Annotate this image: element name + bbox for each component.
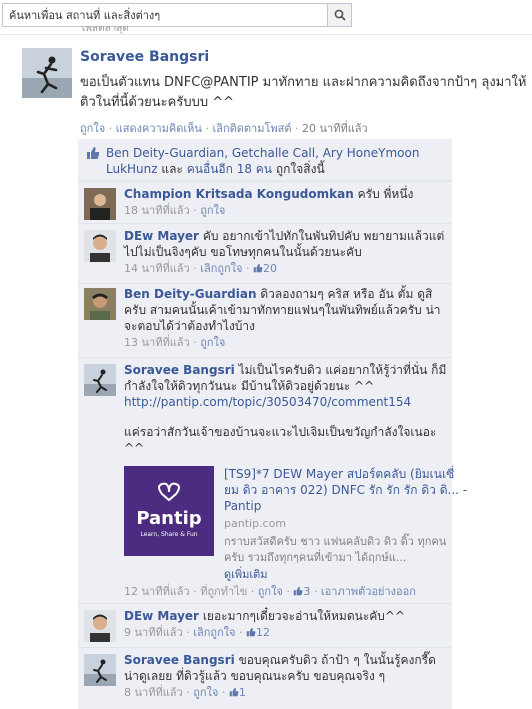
- pantip-logo[interactable]: Pantip Learn, Share & Fun: [124, 466, 214, 556]
- comment-avatar[interactable]: [84, 188, 116, 220]
- search-icon: [334, 9, 346, 21]
- comment-item: DEw Mayer เยอะมากๆเดี๋ยวจะอ่านให้หมดนะคั…: [78, 603, 452, 647]
- like-count-value: 12: [256, 626, 271, 639]
- pantip-logo-text: Pantip: [136, 508, 201, 529]
- comment-like-count[interactable]: 3: [293, 585, 314, 598]
- comment-time[interactable]: 14 นาทีที่แล้ว: [124, 262, 190, 275]
- link-preview-domain: pantip.com: [224, 517, 287, 530]
- comment-like-count[interactable]: 1: [229, 686, 246, 699]
- divider: [0, 34, 532, 35]
- comment-time[interactable]: 12 นาทีที่แล้ว: [124, 585, 190, 598]
- comment-like-count[interactable]: 12: [246, 626, 270, 639]
- like-count-value: 20: [263, 262, 278, 275]
- comment-author[interactable]: Soravee Bangsri: [124, 363, 235, 377]
- likers-suffix: ถูกใจสิ่งนี้: [275, 162, 325, 176]
- like-link[interactable]: ถูกใจ: [80, 122, 105, 135]
- comment-place: ที่ถูกทำไข: [200, 585, 248, 598]
- post-actions: ถูกใจ · แสดงความคิดเห็น · เลิกติดตามโพสต…: [80, 122, 368, 135]
- thumbs-up-icon: [253, 263, 263, 273]
- comment-avatar[interactable]: [84, 654, 116, 686]
- comment-author[interactable]: DEw Mayer: [124, 229, 199, 243]
- comment-time[interactable]: 13 นาทีที่แล้ว: [124, 336, 190, 349]
- link-preview[interactable]: Pantip Learn, Share & Fun [TS9]*7 DEW Ma…: [124, 466, 467, 581]
- comment-author[interactable]: Soravee Bangsri: [124, 653, 235, 667]
- comment-author[interactable]: Ben Deity-Guardian: [124, 287, 257, 301]
- post-timestamp[interactable]: 20 นาทีที่แล้ว: [302, 122, 368, 135]
- see-more-link[interactable]: ดูเพิ่มเติม: [224, 567, 268, 583]
- thumbs-up-icon: [294, 586, 303, 596]
- comment-avatar[interactable]: [84, 230, 116, 262]
- comment-text: ครับ พี่หนึ่ง: [357, 187, 414, 201]
- comment-item: Champion Kritsada Kongudomkan ครับ พี่หน…: [78, 181, 452, 223]
- post-author[interactable]: Soravee Bangsri: [80, 49, 209, 65]
- comment-like-link[interactable]: ถูกใจ: [193, 686, 218, 699]
- link-preview-description: กราบสวัสดีครับ ชาว แฟนคลับดิว ดิว ดิ๊ว ท…: [224, 535, 447, 564]
- section-label: โพสต์ล่าสุด: [80, 26, 129, 34]
- comment-avatar[interactable]: [84, 610, 116, 642]
- avatar-photo: [22, 48, 72, 98]
- comment-like-link[interactable]: ถูกใจ: [258, 585, 283, 598]
- unfollow-link[interactable]: เลิกติดตามโพสต์: [212, 122, 291, 135]
- link-preview-title[interactable]: [TS9]*7 DEW Mayer สปอร์ตคลับ (ยิมเนเซี่ย…: [224, 466, 468, 514]
- search-input[interactable]: [3, 4, 327, 26]
- comment-meta: 18 นาทีที่แล้ว · ถูกใจ: [124, 204, 226, 217]
- likes-summary: Ben Deity-Guardian, Getchalle Call, Ary …: [78, 139, 452, 181]
- comment-like-count[interactable]: 20: [253, 262, 277, 275]
- comment-meta: 14 นาทีที่แล้ว · เลิกถูกใจ · 20: [124, 262, 278, 275]
- thumbs-up-icon: [246, 627, 256, 637]
- comment-unlike-link[interactable]: เลิกถูกใจ: [200, 262, 242, 275]
- comment-avatar[interactable]: [84, 288, 116, 320]
- comment-item: Ben Deity-Guardian ดิวลองถามๆ คริส หรือ …: [78, 283, 452, 357]
- comment-item: Soravee Bangsri ขอบคุณครับดิว ถ้าป้า ๆ ใ…: [78, 647, 452, 709]
- like-count-value: 1: [238, 686, 246, 699]
- comment-meta: 8 นาทีที่แล้ว · ถูกใจ · 1: [124, 686, 246, 699]
- comment-time[interactable]: 18 นาทีที่แล้ว: [124, 204, 190, 217]
- comment-time[interactable]: 8 นาทีที่แล้ว: [124, 686, 183, 699]
- like-count-value: 3: [303, 585, 311, 598]
- comment-time[interactable]: 9 นาทีที่แล้ว: [124, 626, 183, 639]
- comment-item: Soravee Bangsri ไม่เป็นไรครับดิว แค่อยาก…: [78, 357, 467, 603]
- thumbs-up-icon: [87, 147, 100, 159]
- comment-item: DEw Mayer คับ อยากเข้าไปทักในพันทิปคับ พ…: [78, 223, 452, 283]
- comment-avatar[interactable]: [84, 364, 116, 396]
- comment-like-link[interactable]: ถูกใจ: [200, 336, 225, 349]
- thumbs-up-icon: [229, 687, 239, 697]
- comment-author[interactable]: DEw Mayer: [124, 609, 199, 623]
- comment-link[interactable]: แสดงความคิดเห็น: [116, 122, 202, 135]
- likers-and: และ: [161, 162, 183, 176]
- comment-url-link[interactable]: http://pantip.com/topic/30503470/comment…: [124, 395, 411, 409]
- search-button[interactable]: [328, 3, 352, 27]
- comment-meta: 13 นาทีที่แล้ว · ถูกใจ: [124, 336, 226, 349]
- comment-unlike-link[interactable]: เลิกถูกใจ: [193, 626, 235, 639]
- comment-text-2: แค่รอว่าสักวันเจ้าของบ้านจะแวะไปเจิมเป็น…: [124, 425, 437, 455]
- comment-text: เยอะมากๆเดี๋ยวจะอ่านให้หมดนะคับ^^: [202, 609, 406, 623]
- post-text: ขอเป็นตัวแทน DNFC@PANTIP มาทักทาย และฝาก…: [80, 75, 527, 110]
- likers-others-link[interactable]: คนอื่นอีก 18 คน: [187, 162, 272, 176]
- remove-preview-link[interactable]: เอาภาพตัวอย่างออก: [321, 585, 416, 598]
- pantip-logo-tagline: Learn, Share & Fun: [140, 531, 197, 538]
- comment-meta: 12 นาทีที่แล้ว · ที่ถูกทำไข · ถูกใจ · 3 …: [124, 585, 416, 598]
- comment-like-link[interactable]: ถูกใจ: [200, 204, 225, 217]
- avatar[interactable]: [22, 48, 72, 98]
- comment-meta: 9 นาทีที่แล้ว · เลิกถูกใจ · 12: [124, 626, 271, 639]
- search-box[interactable]: [2, 3, 328, 27]
- feedback-panel: Ben Deity-Guardian, Getchalle Call, Ary …: [78, 139, 467, 709]
- comment-author[interactable]: Champion Kritsada Kongudomkan: [124, 187, 354, 201]
